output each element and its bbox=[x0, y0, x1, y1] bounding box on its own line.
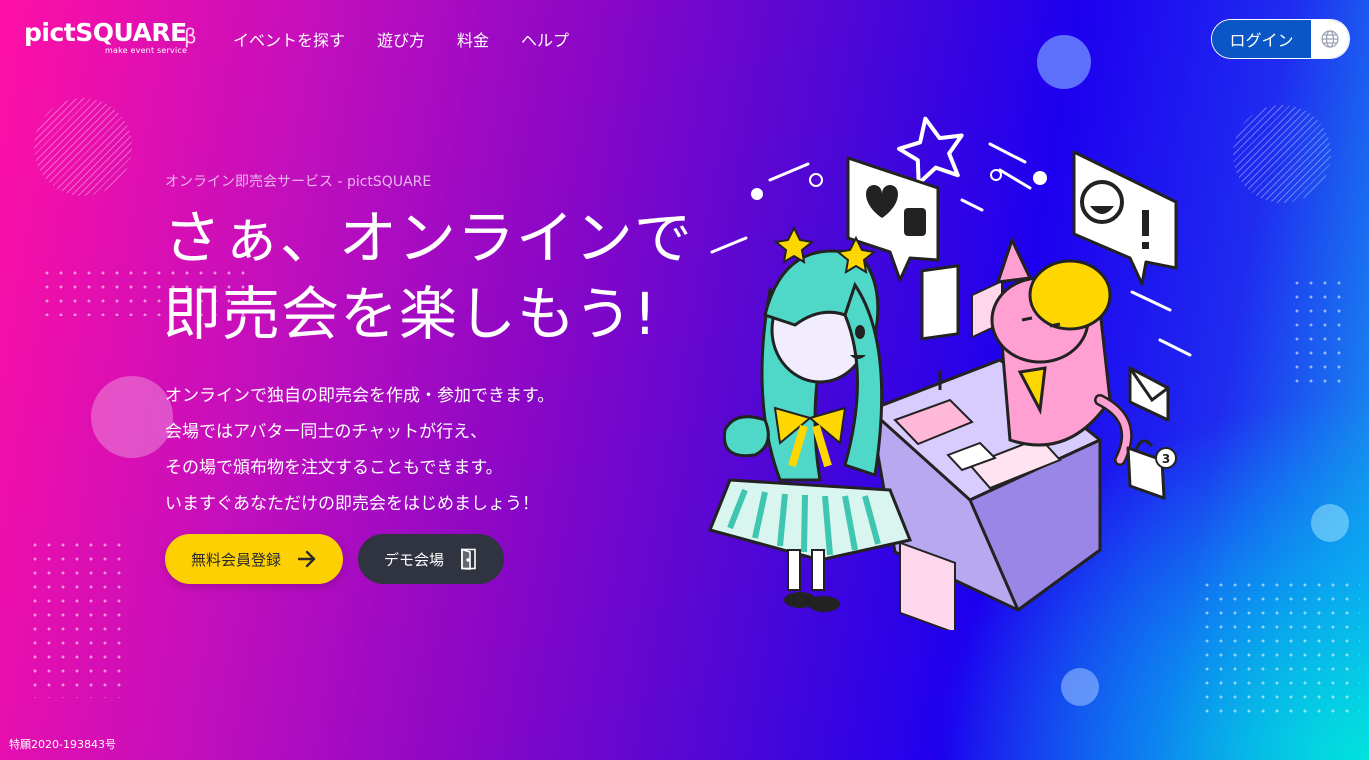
cart-count-badge: 3 bbox=[1162, 452, 1170, 466]
decor-circle bbox=[1037, 35, 1091, 89]
logo-beta: β bbox=[184, 24, 197, 48]
decor-hatched-circle bbox=[1233, 105, 1331, 203]
star-icon bbox=[897, 116, 964, 186]
decor-circle bbox=[91, 376, 173, 458]
login-button[interactable]: ログイン bbox=[1212, 20, 1311, 58]
logo-wordmark: pictSQUARE bbox=[24, 18, 187, 47]
nav-item-pricing[interactable]: 料金 bbox=[457, 27, 489, 51]
nav-item-help[interactable]: ヘルプ bbox=[521, 27, 569, 51]
arrow-right-icon bbox=[297, 550, 316, 568]
description-line: いますぐあなただけの即売会をはじめましょう！ bbox=[165, 494, 539, 514]
pink-cat-vendor bbox=[990, 235, 1133, 466]
patent-number: 特願2020-193843号 bbox=[9, 738, 116, 751]
shopping-bag-icon: 3 bbox=[1126, 439, 1177, 500]
hero-headline-line2: 即売会を楽しもう! bbox=[163, 280, 658, 348]
decor-circle bbox=[1311, 504, 1349, 542]
hero-headline: さぁ、オンラインで 即売会を楽しもう! bbox=[163, 200, 693, 352]
globe-icon bbox=[1321, 30, 1339, 48]
language-button[interactable] bbox=[1311, 20, 1349, 58]
register-button[interactable]: 無料会員登録 bbox=[165, 534, 343, 584]
decor-circle bbox=[1061, 668, 1099, 706]
description-line: その場で頒布物を注文することもできます。 bbox=[165, 458, 503, 478]
nav-item-how-to-play[interactable]: 遊び方 bbox=[377, 27, 425, 51]
description-line: オンラインで独自の即売会を作成・参加できます。 bbox=[165, 386, 555, 406]
hero-headline-line1: さぁ、オンラインで bbox=[163, 204, 693, 272]
hero-illustration: 3 bbox=[707, 116, 1192, 630]
poster-stand bbox=[920, 264, 960, 390]
decor-dot-grid bbox=[28, 538, 130, 698]
envelope-icon bbox=[1128, 366, 1170, 422]
logo-tagline: make event service bbox=[105, 46, 188, 55]
main-nav: イベントを探す 遊び方 料金 ヘルプ bbox=[233, 27, 569, 51]
logo[interactable]: pictSQUARE β make event service bbox=[24, 18, 199, 58]
nav-item-find-events[interactable]: イベントを探す bbox=[233, 27, 345, 51]
demo-button-label: デモ会場 bbox=[383, 550, 444, 569]
decor-dot-grid bbox=[1290, 276, 1350, 386]
hero-eyebrow: オンライン即売会サービス - pictSQUARE bbox=[165, 174, 432, 190]
demo-venue-button[interactable]: デモ会場 bbox=[358, 534, 504, 584]
description-line: 会場ではアバター同士のチャットが行え、 bbox=[165, 422, 488, 442]
door-icon bbox=[461, 548, 476, 570]
teal-haired-girl-avatar bbox=[707, 225, 913, 612]
decor-hatched-circle bbox=[34, 98, 132, 196]
register-button-label: 無料会員登録 bbox=[190, 550, 281, 569]
login-group: ログイン bbox=[1211, 19, 1350, 59]
hero-description: オンラインで独自の即売会を作成・参加できます。 会場ではアバター同士のチャットが… bbox=[165, 378, 554, 522]
